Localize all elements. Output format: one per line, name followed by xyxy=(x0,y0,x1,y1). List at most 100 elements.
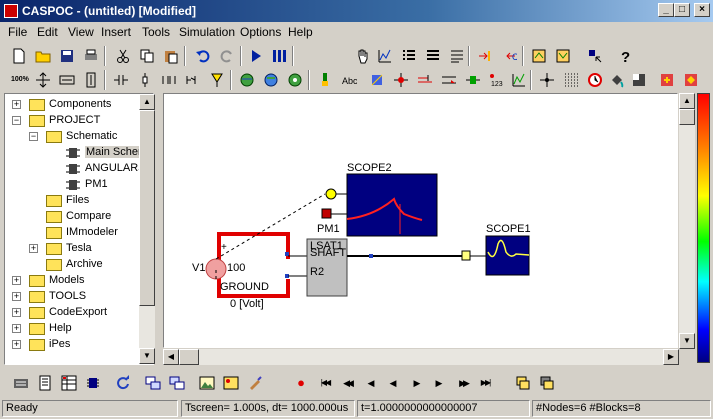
list3-button[interactable] xyxy=(446,45,468,67)
minimize-button[interactable]: _ xyxy=(658,3,674,17)
to-end-button[interactable]: ▶▶| xyxy=(474,372,496,394)
grid-button[interactable] xyxy=(560,69,582,91)
cursor-button[interactable] xyxy=(584,45,606,67)
crosshair-button[interactable] xyxy=(536,69,558,91)
table-button[interactable] xyxy=(58,372,80,394)
scroll-right-icon[interactable]: ▶ xyxy=(663,349,679,365)
brush-button[interactable] xyxy=(244,372,266,394)
run-simulation-button[interactable] xyxy=(268,45,290,67)
expand-icon[interactable]: + xyxy=(12,292,21,301)
shade-button[interactable] xyxy=(628,69,650,91)
wire2-button[interactable] xyxy=(438,69,460,91)
connect-button[interactable] xyxy=(474,45,496,67)
scroll-thumb[interactable] xyxy=(139,110,155,306)
tree-scrollbar[interactable]: ▲ ▼ xyxy=(139,94,155,364)
new-button[interactable] xyxy=(8,45,30,67)
scroll-thumb[interactable] xyxy=(679,109,695,125)
menu-simulation[interactable]: Simulation xyxy=(179,25,235,39)
transformer-button[interactable] xyxy=(158,69,180,91)
expand-icon[interactable]: + xyxy=(29,244,38,253)
capacitor-button[interactable] xyxy=(110,69,132,91)
scroll-up-icon[interactable]: ▲ xyxy=(679,93,695,109)
block-button[interactable] xyxy=(462,69,484,91)
scroll-down-icon[interactable]: ▼ xyxy=(139,348,155,364)
print-button[interactable] xyxy=(80,45,102,67)
menu-file[interactable]: File xyxy=(8,25,27,39)
save-button[interactable] xyxy=(56,45,78,67)
menu-tools[interactable]: Tools xyxy=(142,25,170,39)
chip-button[interactable] xyxy=(82,372,104,394)
probe-button[interactable] xyxy=(314,69,336,91)
zoom-height-button[interactable] xyxy=(80,69,102,91)
fast-forward-button[interactable]: ▶▶ xyxy=(452,372,474,394)
library2-button[interactable] xyxy=(260,69,282,91)
expand-icon[interactable]: + xyxy=(12,100,21,109)
expand-icon[interactable]: + xyxy=(12,308,21,317)
menu-help[interactable]: Help xyxy=(288,25,313,39)
menu-insert[interactable]: Insert xyxy=(101,25,131,39)
help-button[interactable]: ? xyxy=(614,45,636,67)
library-button[interactable] xyxy=(236,69,258,91)
scroll-left-icon[interactable]: ◀ xyxy=(163,349,179,365)
fast-back-button[interactable]: ◀◀ xyxy=(336,372,358,394)
import-button[interactable] xyxy=(552,45,574,67)
node-button[interactable] xyxy=(366,69,388,91)
zoom-fit-button[interactable] xyxy=(32,69,54,91)
collapse-icon[interactable]: − xyxy=(29,132,38,141)
wire-button[interactable] xyxy=(414,69,436,91)
menu-view[interactable]: View xyxy=(68,25,94,39)
step-simulation-button[interactable] xyxy=(246,45,268,67)
disconnect-button[interactable]: C xyxy=(498,45,520,67)
mirror-button[interactable] xyxy=(680,69,702,91)
canvas-hscrollbar[interactable]: ◀ ▶ xyxy=(163,349,679,365)
list2-button[interactable] xyxy=(422,45,444,67)
scroll-down-icon[interactable]: ▼ xyxy=(679,333,695,349)
fill-button[interactable] xyxy=(606,69,628,91)
menu-options[interactable]: Options xyxy=(240,25,281,39)
windows2-button[interactable] xyxy=(536,372,558,394)
layout-button[interactable] xyxy=(142,372,164,394)
numeric-button[interactable]: 123 xyxy=(486,69,508,91)
expand-icon[interactable]: + xyxy=(12,340,21,349)
back-button[interactable]: ◀ xyxy=(382,372,404,394)
rotate-button[interactable] xyxy=(656,69,678,91)
zoom-100-button[interactable]: 100% xyxy=(8,69,30,91)
image-button[interactable] xyxy=(196,372,218,394)
scroll-up-icon[interactable]: ▲ xyxy=(139,94,155,110)
expand-icon[interactable]: + xyxy=(12,324,21,333)
undo-button[interactable] xyxy=(192,45,214,67)
keyboard-button[interactable] xyxy=(10,372,32,394)
text-button[interactable]: Abc xyxy=(338,69,360,91)
image2-button[interactable] xyxy=(220,372,242,394)
collapse-icon[interactable]: − xyxy=(12,116,21,125)
menu-edit[interactable]: Edit xyxy=(37,25,58,39)
expand-icon[interactable]: + xyxy=(12,276,21,285)
maximize-button[interactable]: □ xyxy=(674,3,690,17)
redo-button[interactable] xyxy=(216,45,238,67)
paste-button[interactable] xyxy=(160,45,182,67)
list-button[interactable] xyxy=(398,45,420,67)
open-button[interactable] xyxy=(32,45,54,67)
step-back-button[interactable]: ◀ xyxy=(360,372,382,394)
windows-button[interactable] xyxy=(512,372,534,394)
graph-button[interactable] xyxy=(374,45,396,67)
switch-button[interactable] xyxy=(182,69,204,91)
play-button[interactable]: ▶ xyxy=(406,372,428,394)
inductor-button[interactable] xyxy=(134,69,156,91)
to-start-button[interactable]: |◀◀ xyxy=(314,372,336,394)
close-button[interactable]: × xyxy=(694,3,710,17)
export-button[interactable] xyxy=(528,45,550,67)
record-button[interactable]: ● xyxy=(290,372,312,394)
cut-button[interactable] xyxy=(112,45,134,67)
copy-button[interactable] xyxy=(136,45,158,67)
canvas-vscrollbar[interactable]: ▲ ▼ xyxy=(679,93,695,349)
step-forward-button[interactable]: ▶ xyxy=(428,372,450,394)
refresh-button[interactable] xyxy=(112,372,134,394)
zoom-width-button[interactable] xyxy=(56,69,78,91)
junction-button[interactable] xyxy=(390,69,412,91)
clock-button[interactable] xyxy=(584,69,606,91)
diode-button[interactable] xyxy=(206,69,228,91)
hand-button[interactable] xyxy=(352,45,374,67)
graph2-button[interactable] xyxy=(508,69,530,91)
schematic-canvas[interactable]: SCOPE2 SCOPE1 PM1 LSAT1 SHAFT R2 V1 100 … xyxy=(163,93,678,348)
